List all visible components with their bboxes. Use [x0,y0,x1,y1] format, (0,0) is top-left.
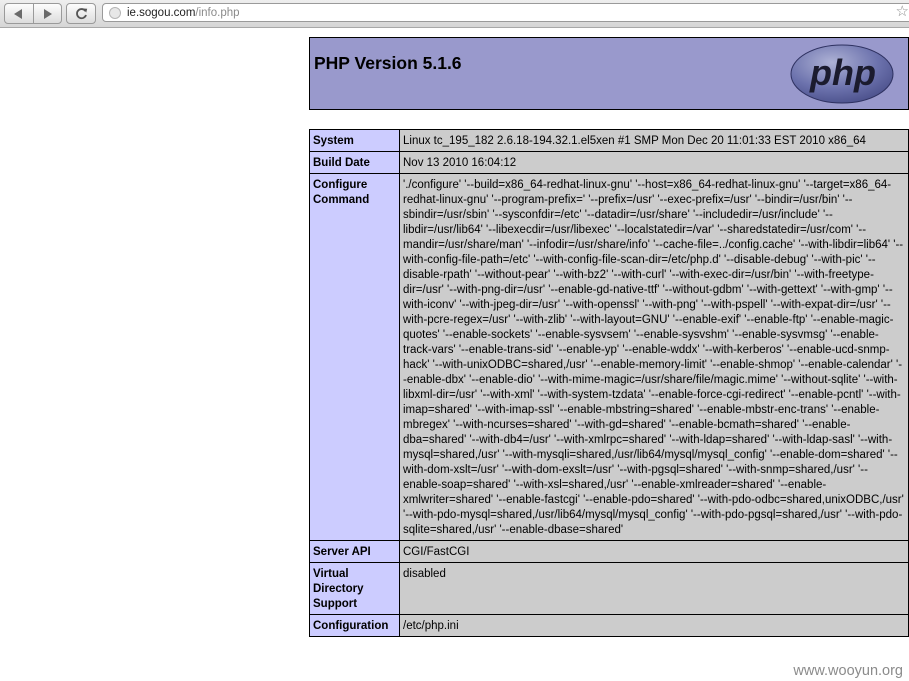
reload-icon [75,8,87,20]
row-label: Virtual Directory Support [309,562,400,615]
forward-button[interactable] [32,4,62,23]
php-logo-text: php [809,52,876,93]
nav-buttons [4,3,62,24]
table-row: Build Date Nov 13 2010 16:04:12 [309,151,909,174]
url-host: ie.sogou.com [127,7,196,19]
row-label: Build Date [309,151,400,174]
phpinfo-container: PHP Version 5.1.6 php [309,37,909,110]
browser-toolbar: ie.sogou.com/info.php ☆ [0,0,909,28]
row-value: './configure' '--build=x86_64-redhat-lin… [399,173,909,541]
back-button[interactable] [5,4,33,23]
row-value: Nov 13 2010 16:04:12 [399,151,909,174]
row-label: System [309,129,400,152]
address-bar[interactable]: ie.sogou.com/info.php ☆ [102,3,909,22]
forward-arrow-icon [43,8,52,19]
row-value: /etc/php.ini [399,614,909,637]
table-row: Configuration /etc/php.ini [309,614,909,637]
row-label: Server API [309,540,400,563]
row-label: Configuration [309,614,400,637]
reload-button[interactable] [66,3,96,24]
phpinfo-header: PHP Version 5.1.6 php [309,37,909,110]
page-title: PHP Version 5.1.6 [314,53,462,73]
star-icon[interactable]: ☆ [896,3,909,21]
table-row: Server API CGI/FastCGI [309,540,909,563]
phpinfo-table: System Linux tc_195_182 2.6.18-194.32.1.… [309,129,909,637]
site-favicon-icon [109,7,121,19]
url-path: /info.php [195,7,240,19]
php-logo-icon[interactable]: php [790,43,894,105]
row-value: Linux tc_195_182 2.6.18-194.32.1.el5xen … [399,129,909,152]
row-value: CGI/FastCGI [399,540,909,563]
table-row: System Linux tc_195_182 2.6.18-194.32.1.… [309,129,909,152]
row-label: Configure Command [309,173,400,541]
table-row: Configure Command './configure' '--build… [309,173,909,541]
back-arrow-icon [14,8,23,19]
table-row: Virtual Directory Support disabled [309,562,909,615]
watermark: www.wooyun.org [791,663,905,679]
row-value: disabled [399,562,909,615]
url-text: ie.sogou.com/info.php [127,5,240,21]
